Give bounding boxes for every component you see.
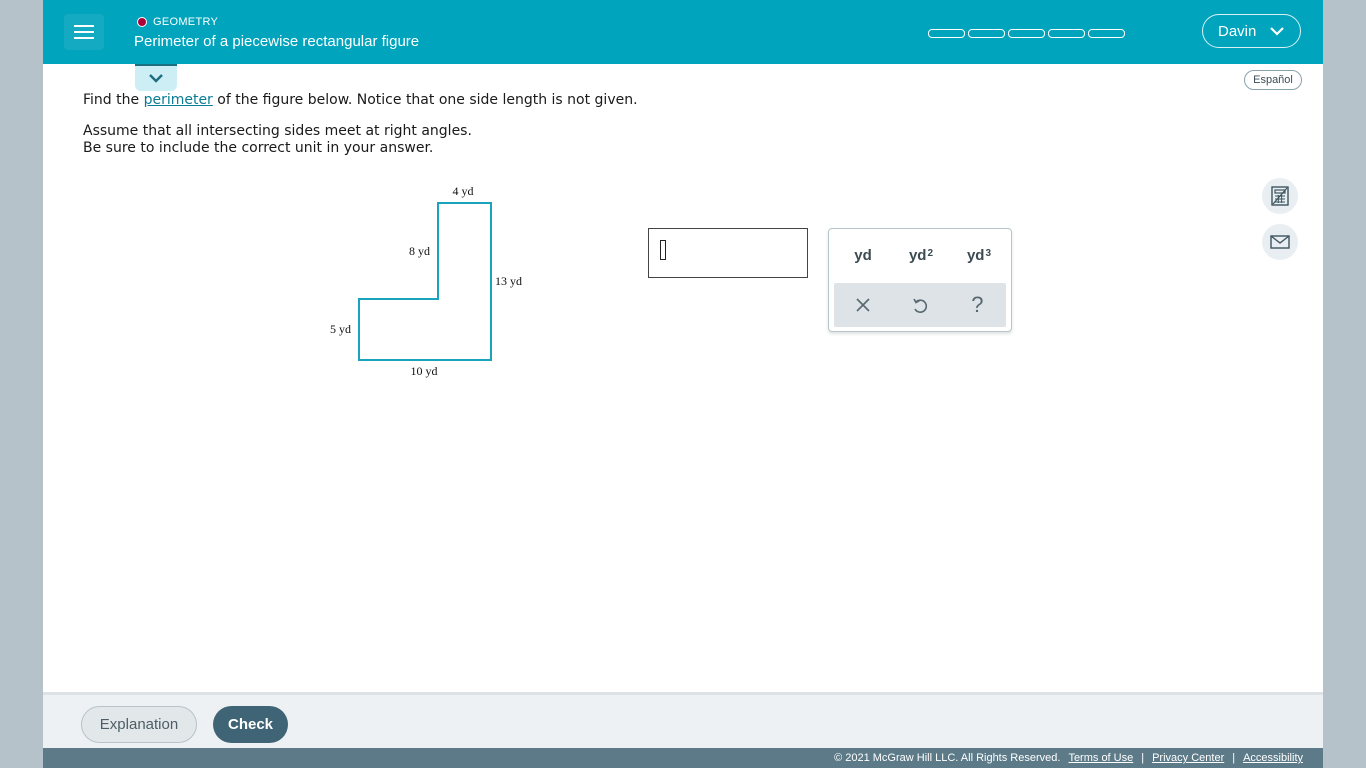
progress-segment [1008, 29, 1045, 38]
unit-yd2-button[interactable]: yd 2 [892, 239, 950, 271]
separator: | [1232, 752, 1236, 764]
question-suffix: of the figure below. Notice that one sid… [217, 92, 638, 108]
header-bar: GEOMETRY Perimeter of a piecewise rectan… [43, 0, 1323, 64]
question-prefix: Find the [83, 92, 140, 108]
topic-label: GEOMETRY [153, 16, 219, 28]
hamburger-menu-icon [74, 25, 94, 39]
undo-icon [913, 298, 928, 313]
unit-label: yd [966, 246, 985, 264]
question-line-3: Be sure to include the correct unit in y… [83, 140, 434, 156]
label-left-side: 5 yd [330, 322, 351, 336]
unit-yd-button[interactable]: yd [834, 239, 892, 271]
clear-button[interactable] [834, 283, 891, 327]
collapse-header-button[interactable] [135, 64, 177, 91]
unit-keypad: yd yd 2 yd 3 ? [828, 228, 1012, 332]
l-shape-outline [358, 202, 492, 361]
terms-of-use-link[interactable]: Terms of Use [1068, 752, 1133, 764]
progress-segment [928, 29, 965, 38]
language-toggle-button[interactable]: Español [1244, 70, 1302, 90]
copyright-text: © 2021 McGraw Hill LLC. All Rights Reser… [834, 752, 1061, 764]
undo-button[interactable] [891, 283, 948, 327]
geometry-figure: 4 yd 8 yd 13 yd 5 yd 10 yd [330, 184, 522, 378]
page-title: Perimeter of a piecewise rectangular fig… [134, 33, 420, 50]
calculator-button[interactable] [1262, 178, 1298, 214]
message-button[interactable] [1262, 224, 1298, 260]
footer-bar: Explanation Check [43, 692, 1323, 748]
calculator-icon [1271, 186, 1289, 206]
progress-bar [928, 29, 1125, 38]
unit-label: yd [854, 246, 872, 264]
separator: | [1141, 752, 1145, 764]
label-bottom-side: 10 yd [411, 364, 438, 378]
menu-button[interactable] [64, 14, 104, 50]
help-icon: ? [971, 292, 984, 317]
topic-row: GEOMETRY [137, 14, 218, 30]
chevron-down-icon [149, 73, 163, 83]
user-menu-button[interactable]: Davin [1202, 14, 1301, 48]
legal-bar: © 2021 McGraw Hill LLC. All Rights Reser… [43, 748, 1323, 768]
label-inner-vertical-side: 8 yd [409, 244, 430, 258]
explanation-button[interactable]: Explanation [81, 706, 197, 743]
clear-icon [856, 298, 870, 312]
user-name: Davin [1218, 22, 1257, 40]
unit-yd3-button[interactable]: yd 3 [950, 239, 1008, 271]
perimeter-link[interactable]: perimeter [144, 92, 213, 108]
app-window: GEOMETRY Perimeter of a piecewise rectan… [43, 0, 1323, 768]
progress-segment [968, 29, 1005, 38]
label-right-side: 13 yd [495, 274, 522, 288]
unit-exponent: 2 [927, 247, 934, 259]
unit-exponent: 3 [985, 247, 992, 259]
privacy-center-link[interactable]: Privacy Center [1152, 752, 1224, 764]
topic-dot-icon [137, 17, 147, 27]
help-button[interactable]: ? [949, 283, 1006, 327]
unit-row: yd yd 2 yd 3 [834, 239, 1008, 271]
progress-segment [1088, 29, 1125, 38]
question-line-2: Assume that all intersecting sides meet … [83, 123, 472, 139]
answer-input[interactable] [648, 228, 808, 278]
text-cursor [660, 240, 666, 260]
check-button[interactable]: Check [213, 706, 288, 743]
progress-segment [1048, 29, 1085, 38]
action-row: ? [834, 283, 1006, 327]
chevron-down-icon [1270, 27, 1284, 36]
mail-icon [1270, 235, 1290, 249]
label-top-side: 4 yd [453, 184, 474, 198]
question-line-1: Find the perimeter of the figure below. … [83, 92, 638, 109]
accessibility-link[interactable]: Accessibility [1243, 752, 1303, 764]
unit-label: yd [908, 246, 927, 264]
